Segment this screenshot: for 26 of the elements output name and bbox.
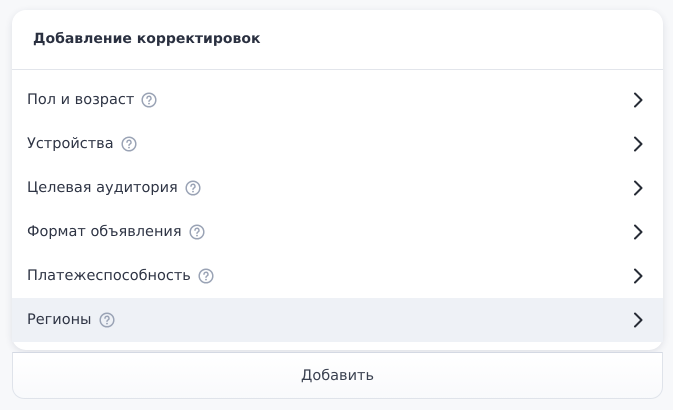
- help-icon[interactable]: [184, 180, 201, 196]
- chevron-right-icon: [633, 224, 643, 240]
- chevron-right-icon: [633, 180, 643, 196]
- help-icon[interactable]: [188, 224, 205, 240]
- popup-title: Добавление корректировок: [12, 10, 663, 70]
- menu-item[interactable]: Регионы: [12, 298, 663, 342]
- chevron-right-icon: [633, 136, 643, 152]
- item-label: Платежеспособность: [27, 268, 191, 284]
- menu-item[interactable]: Формат объявления: [12, 210, 663, 254]
- item-label: Устройства: [27, 136, 114, 152]
- chevron-right-icon: [633, 92, 643, 108]
- help-icon[interactable]: [141, 92, 158, 108]
- menu-item[interactable]: Целевая аудитория: [12, 166, 663, 210]
- item-label: Целевая аудитория: [27, 180, 178, 196]
- help-icon[interactable]: [198, 268, 214, 284]
- chevron-right-icon: [633, 312, 643, 328]
- help-icon[interactable]: [98, 312, 115, 328]
- chevron-right-icon: [633, 268, 643, 284]
- menu-item[interactable]: Пол и возраст: [12, 78, 663, 122]
- help-icon[interactable]: [120, 136, 137, 152]
- item-label: Пол и возраст: [27, 92, 134, 108]
- add-button[interactable]: Добавить: [12, 352, 663, 399]
- menu-item[interactable]: Устройства: [12, 122, 663, 166]
- item-label: Регионы: [27, 312, 92, 328]
- menu-item[interactable]: Платежеспособность: [12, 254, 663, 298]
- item-label: Формат объявления: [27, 224, 182, 240]
